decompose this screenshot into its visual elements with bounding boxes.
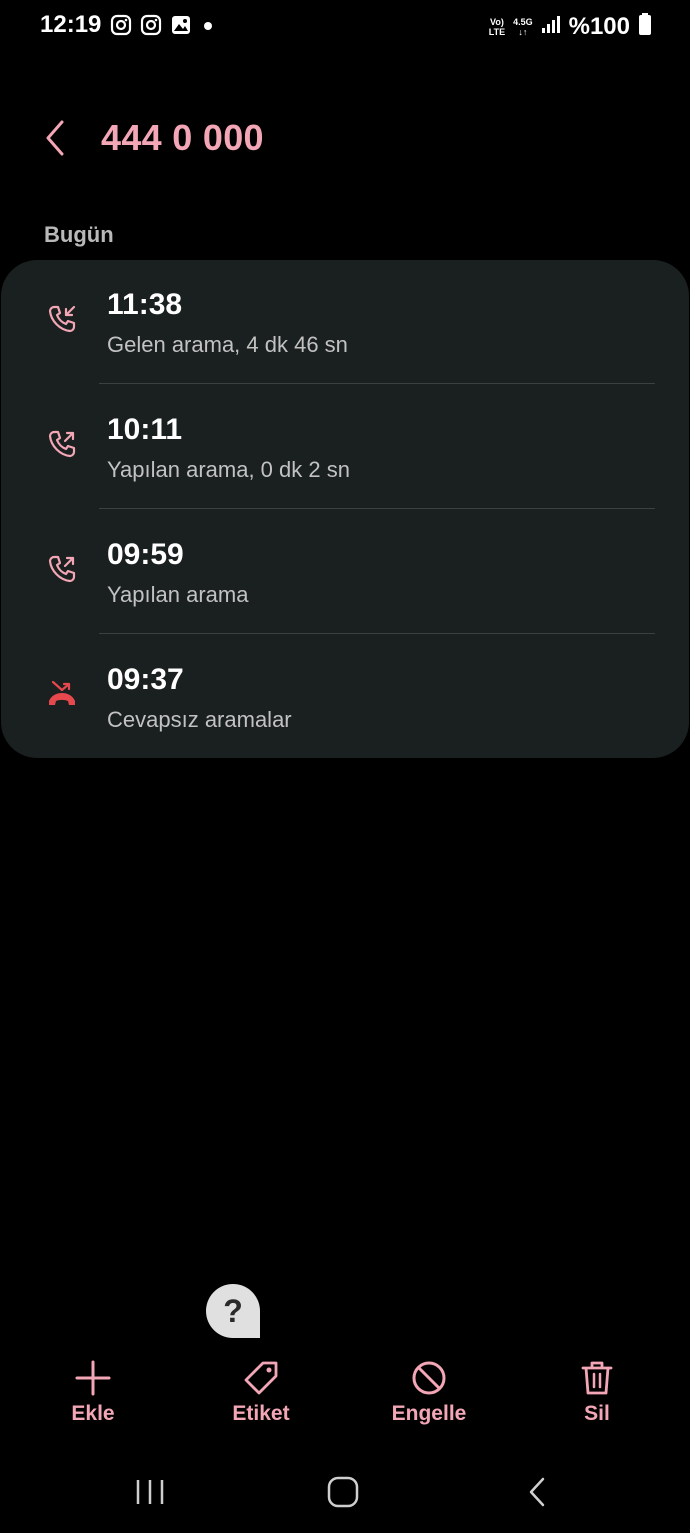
chevron-left-icon: [46, 120, 64, 156]
block-label: Engelle: [391, 1402, 467, 1425]
call-time: 09:37: [107, 663, 184, 696]
gallery-icon: [170, 14, 192, 36]
plus-icon: [75, 1360, 111, 1396]
recents-button[interactable]: [125, 1474, 175, 1510]
call-log-item[interactable]: 09:59 Yapılan arama: [1, 510, 689, 635]
divider: [99, 383, 655, 384]
divider: [99, 508, 655, 509]
divider: [99, 633, 655, 634]
nav-back-button[interactable]: [512, 1474, 562, 1510]
tag-label: Etiket: [232, 1402, 290, 1425]
block-button[interactable]: Engelle: [364, 1350, 494, 1426]
recents-icon: [136, 1480, 164, 1504]
volte-indicator: Vo) LTE: [488, 16, 506, 37]
call-time: 09:59: [107, 538, 184, 571]
tag-icon: [244, 1361, 278, 1395]
outgoing-call-icon: [47, 429, 77, 459]
call-time: 11:38: [107, 288, 183, 321]
battery-icon: [638, 12, 652, 41]
tag-button[interactable]: Etiket: [196, 1350, 326, 1426]
outgoing-call-icon: [47, 554, 77, 584]
call-description: Cevapsız aramalar: [107, 707, 292, 732]
battery-percent: %100: [568, 12, 630, 40]
signal-icon: [541, 14, 561, 39]
call-history-card: 11:38 Gelen arama, 4 dk 46 sn 10:11 Yapı…: [1, 260, 689, 758]
instagram-icon: [140, 14, 162, 36]
help-button[interactable]: ?: [206, 1284, 260, 1338]
call-log-item[interactable]: 10:11 Yapılan arama, 0 dk 2 sn: [1, 385, 689, 510]
home-icon: [327, 1476, 359, 1508]
missed-call-icon: [47, 679, 77, 709]
section-label: Bugün: [44, 222, 114, 247]
call-description: Yapılan arama, 0 dk 2 sn: [107, 457, 350, 482]
call-description: Yapılan arama: [107, 582, 249, 607]
instagram-icon: [110, 14, 132, 36]
call-log-item[interactable]: 09:37 Cevapsız aramalar: [1, 635, 689, 760]
header: 444 0 000: [0, 100, 690, 176]
system-nav-bar: [0, 1460, 690, 1522]
add-button[interactable]: Ekle: [28, 1350, 158, 1426]
back-icon: [529, 1477, 545, 1507]
status-bar: 12:19 Vo) LTE 4.5G ↓↑ %100: [0, 0, 690, 52]
action-bar: Ekle Etiket Engelle Sil: [0, 1350, 690, 1440]
delete-button[interactable]: Sil: [532, 1350, 662, 1426]
dot-icon: [200, 14, 216, 36]
call-time: 10:11: [107, 413, 183, 446]
notification-icons: [110, 14, 216, 36]
data-indicator: 4.5G ↓↑: [513, 16, 533, 37]
trash-icon: [581, 1361, 613, 1395]
home-button[interactable]: [318, 1474, 368, 1510]
status-time: 12:19: [40, 11, 102, 38]
add-label: Ekle: [71, 1402, 115, 1425]
block-icon: [412, 1361, 446, 1395]
system-status-icons: Vo) LTE 4.5G ↓↑ %100: [489, 12, 652, 41]
incoming-call-icon: [47, 304, 77, 334]
back-button[interactable]: [36, 116, 76, 160]
call-log-item[interactable]: 11:38 Gelen arama, 4 dk 46 sn: [1, 260, 689, 385]
delete-label: Sil: [584, 1402, 610, 1425]
call-description: Gelen arama, 4 dk 46 sn: [107, 332, 348, 357]
page-title: 444 0 000: [101, 117, 264, 158]
